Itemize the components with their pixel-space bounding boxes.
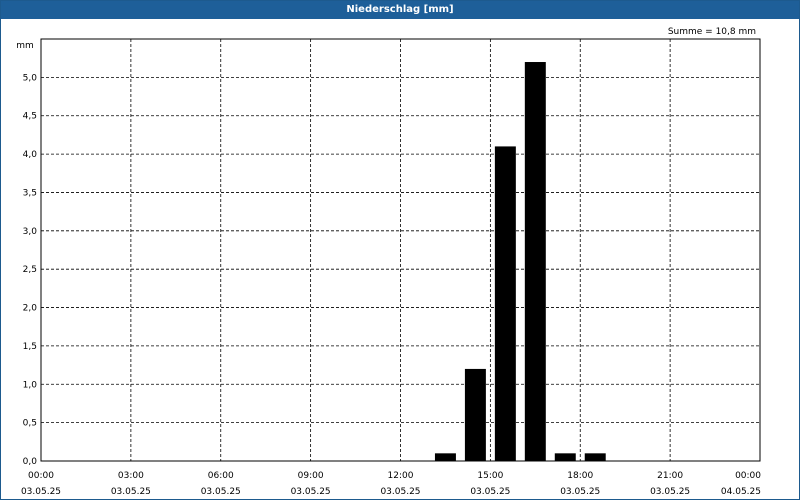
- y-tick-label: 4,5: [23, 112, 37, 122]
- y-axis-label: mm: [16, 41, 34, 51]
- y-tick-label: 3,5: [23, 188, 37, 198]
- y-tick-label: 0,5: [23, 419, 37, 429]
- y-tick-label: 0,0: [23, 457, 38, 467]
- bar: [464, 368, 486, 461]
- bar: [494, 146, 516, 461]
- grid-lines: [41, 39, 760, 461]
- x-tick-time: 12:00: [388, 471, 414, 481]
- bar: [434, 453, 456, 461]
- precipitation-chart: 0,00,51,01,52,02,53,03,54,04,55,0 00:000…: [16, 27, 761, 497]
- bar: [524, 62, 546, 461]
- x-tick-time: 00:00: [28, 471, 54, 481]
- x-tick-time: 06:00: [208, 471, 234, 481]
- y-tick-label: 1,5: [23, 342, 37, 352]
- y-tick-label: 2,5: [23, 265, 37, 275]
- x-tick-time: 03:00: [118, 471, 144, 481]
- x-tick-time: 18:00: [567, 471, 593, 481]
- x-tick-date: 04.05.25: [721, 487, 761, 497]
- y-tick-label: 1,0: [23, 380, 38, 390]
- y-tick-label: 3,0: [23, 227, 38, 237]
- x-tick-date: 03.05.25: [380, 487, 420, 497]
- x-tick-date: 03.05.25: [470, 487, 510, 497]
- bar: [554, 453, 576, 461]
- x-tick-time: 15:00: [477, 471, 503, 481]
- chart-window: Niederschlag [mm] 0,0 0,5 1,0 1,5 2,0 2,5 3,0 3…: [0, 0, 800, 500]
- x-tick-time: 09:00: [298, 471, 324, 481]
- sum-annotation: Summe = 10,8 mm: [668, 27, 756, 37]
- x-tick-time: 21:00: [657, 471, 683, 481]
- x-tick-time: 00:00: [735, 471, 761, 481]
- y-tick-label: 5,0: [23, 73, 38, 83]
- x-tick-date: 03.05.25: [560, 487, 600, 497]
- x-tick-date: 03.05.25: [111, 487, 151, 497]
- x-tick-date: 03.05.25: [291, 487, 331, 497]
- x-axis: 00:00 03.05.25 03:00 03.05.25 06:00 03.05.25 0…: [21, 471, 761, 497]
- y-tick-label: 4,0: [23, 150, 38, 160]
- x-tick-date: 03.05.25: [201, 487, 241, 497]
- y-axis: 0,0 0,5 1,0 1,5 2,0 2,5 3,0 3,5 4,0 4,5 5,0: [23, 73, 38, 467]
- x-tick-date: 03.05.25: [21, 487, 61, 497]
- bar: [584, 453, 606, 461]
- y-tick-label: 2,0: [23, 304, 38, 314]
- x-tick-date: 03.05.25: [650, 487, 690, 497]
